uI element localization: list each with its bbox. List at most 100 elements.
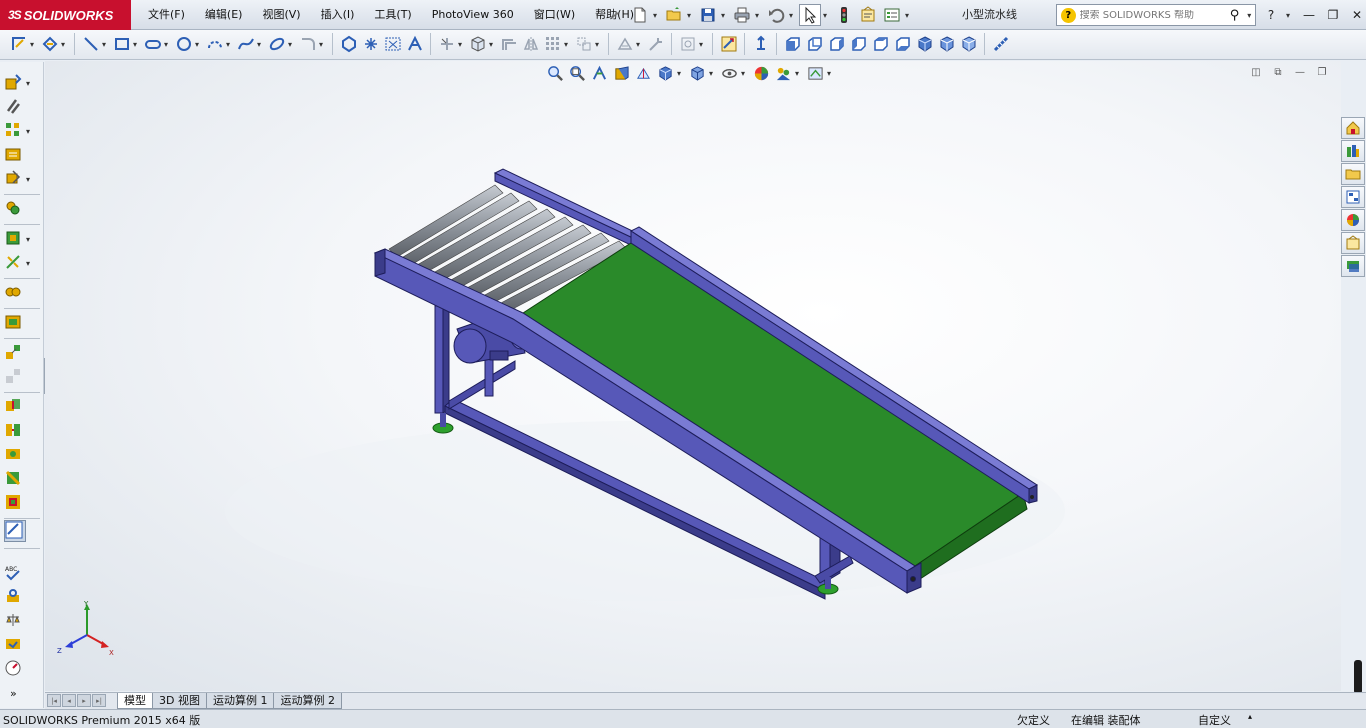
display-relations-icon[interactable] [614,33,635,55]
instant2d-icon[interactable] [718,33,739,55]
convert-entities-icon[interactable] [467,33,488,55]
tab-next-icon[interactable]: ▸ [77,694,91,707]
fillet-dropdown-icon[interactable]: ▾ [319,40,327,49]
move-dropdown-icon[interactable]: ▾ [26,175,34,184]
menu-view[interactable]: 视图(V) [252,0,310,30]
linear-pattern-icon[interactable] [542,33,563,55]
exploded-view-icon[interactable] [4,343,22,364]
large-design-review-icon[interactable] [5,521,23,542]
menu-tools[interactable]: 工具(T) [364,0,421,30]
search-dropdown-icon[interactable]: ▾ [1247,11,1255,20]
assembly-features-icon[interactable] [4,229,22,250]
gauge-icon[interactable] [4,659,22,680]
tab-model[interactable]: 模型 [117,693,153,709]
search-icon[interactable]: ⚲ [1230,8,1240,23]
explode-line-sketch-icon[interactable] [4,367,22,388]
help-dropdown-icon[interactable]: ▾ [1286,11,1294,20]
trim-entities-icon[interactable] [436,33,457,55]
fillet-icon[interactable] [297,33,318,55]
pattern-dropdown-icon[interactable]: ▾ [26,127,34,136]
undo-dropdown-icon[interactable]: ▾ [789,11,797,20]
show-hidden-components-icon[interactable] [4,199,22,220]
move-entities-icon[interactable] [573,33,594,55]
file-explorer-icon[interactable] [1341,163,1365,185]
menu-edit[interactable]: 编辑(E) [195,0,253,30]
sketch-dropdown-icon[interactable]: ▾ [30,40,38,49]
move-dropdown-icon[interactable]: ▾ [595,40,603,49]
view-back-icon[interactable] [804,33,825,55]
viewport-scroll-handle[interactable] [1354,660,1362,694]
conveyor-assembly-model[interactable] [45,61,1341,691]
text-box-icon[interactable] [382,33,403,55]
line-dropdown-icon[interactable]: ▾ [102,40,110,49]
repair-sketch-icon[interactable] [645,33,666,55]
rectangle-dropdown-icon[interactable]: ▾ [133,40,141,49]
view-left-icon[interactable] [826,33,847,55]
custom-properties-icon[interactable] [1341,232,1365,254]
bill-of-materials-icon[interactable] [4,313,22,334]
format-painter-icon[interactable] [4,587,22,608]
tab-motion-study-1[interactable]: 运动算例 1 [205,693,275,709]
view-isometric-icon[interactable] [914,33,935,55]
move-component-icon[interactable] [750,33,771,55]
smart-fasteners-icon[interactable] [4,145,22,166]
close-icon[interactable]: ✕ [1348,6,1366,24]
clearance-verification-icon[interactable] [4,421,22,442]
polygon-icon[interactable] [338,33,359,55]
reference-dropdown-icon[interactable]: ▾ [26,259,34,268]
options-icon[interactable] [881,4,903,26]
tab-first-icon[interactable]: |◂ [47,694,61,707]
minimize-icon[interactable]: — [1300,6,1318,24]
save-dropdown-icon[interactable]: ▾ [721,11,729,20]
spell-check-icon[interactable]: ABC [4,563,22,584]
help-icon[interactable]: ? [1262,6,1280,24]
sketch-text-icon[interactable] [404,33,425,55]
assembly-xpert-icon[interactable] [4,493,22,514]
view-dimetric-icon[interactable] [958,33,979,55]
tab-3d-views[interactable]: 3D 视图 [152,693,207,709]
move-component-icon[interactable] [4,169,22,190]
interference-detection-icon[interactable] [4,397,22,418]
print-icon[interactable] [731,4,753,26]
hole-alignment-icon[interactable] [4,445,22,466]
select-dropdown-icon[interactable]: ▾ [823,11,831,20]
view-top-icon[interactable] [870,33,891,55]
pin-icon[interactable] [605,4,627,26]
balance-icon[interactable] [4,611,22,632]
notes-icon[interactable] [4,635,22,656]
circle-dropdown-icon[interactable]: ▾ [195,40,203,49]
rectangle-icon[interactable] [111,33,132,55]
insert-dropdown-icon[interactable]: ▾ [26,79,34,88]
new-document-icon[interactable] [629,4,651,26]
options-dropdown-icon[interactable]: ▾ [905,11,913,20]
line-icon[interactable] [80,33,101,55]
smart-dimension-icon[interactable] [39,33,60,55]
select-cursor-icon[interactable] [799,4,821,26]
slot-icon[interactable] [142,33,163,55]
spline-dropdown-icon[interactable]: ▾ [257,40,265,49]
circle-icon[interactable] [173,33,194,55]
expand-toolbar-icon[interactable]: » [4,682,40,704]
tab-prev-icon[interactable]: ◂ [62,694,76,707]
spline-icon[interactable] [235,33,256,55]
menu-window[interactable]: 窗口(W) [524,0,585,30]
help-search-input[interactable] [1079,9,1226,21]
pattern-dropdown-icon[interactable]: ▾ [564,40,572,49]
snaps-dropdown-icon[interactable]: ▾ [699,40,707,49]
status-units[interactable]: 自定义 [1198,712,1231,728]
appearances-icon[interactable] [1341,209,1365,231]
menu-file[interactable]: 文件(F) [138,0,195,30]
solidworks-logo[interactable]: 3S SOLIDWORKS [0,0,131,30]
ellipse-dropdown-icon[interactable]: ▾ [288,40,296,49]
new-motion-study-icon[interactable] [4,283,22,304]
mirror-entities-icon[interactable] [520,33,541,55]
view-palette-icon[interactable] [1341,186,1365,208]
tab-motion-study-2[interactable]: 运动算例 2 [273,693,342,709]
open-folder-icon[interactable] [663,4,685,26]
view-front-icon[interactable] [782,33,803,55]
sketch-icon[interactable] [8,33,29,55]
new-dropdown-icon[interactable]: ▾ [653,11,661,20]
solidworks-resources-icon[interactable] [1341,117,1365,139]
slot-dropdown-icon[interactable]: ▾ [164,40,172,49]
save-icon[interactable] [697,4,719,26]
